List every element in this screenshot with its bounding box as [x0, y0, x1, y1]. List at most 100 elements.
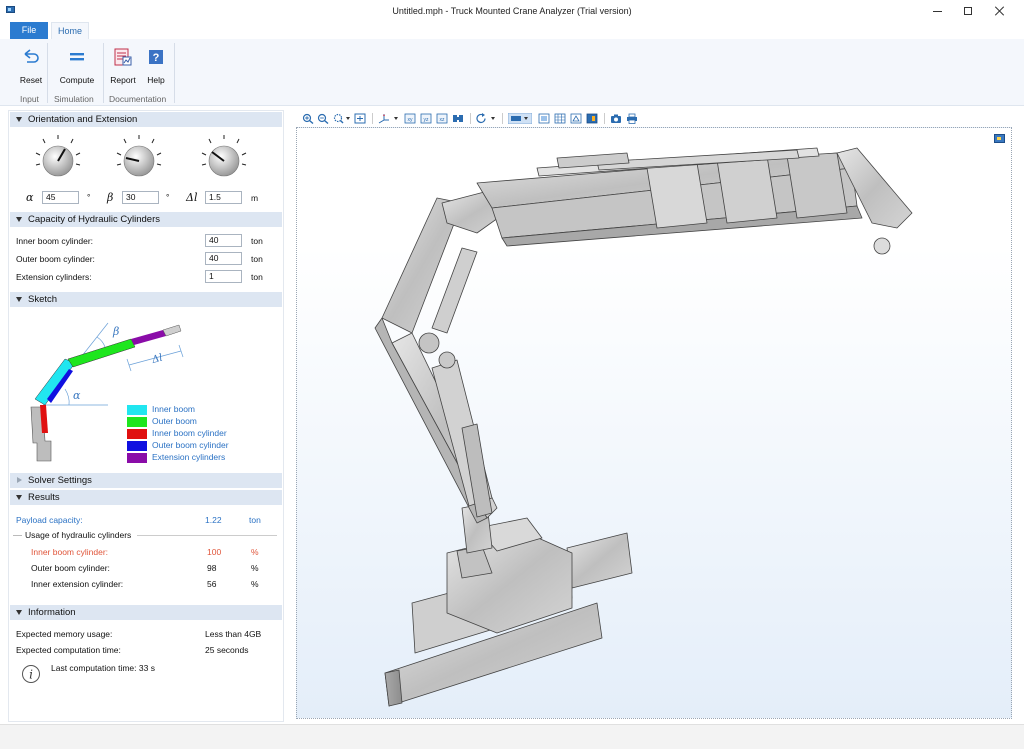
section-title: Capacity of Hydraulic Cylinders	[28, 214, 160, 225]
status-bar	[0, 724, 1024, 749]
capacity-unit: ton	[251, 272, 263, 282]
alpha-knob[interactable]	[33, 133, 83, 183]
outer-boom-capacity-input[interactable]: 40	[205, 252, 242, 265]
graphics-viewport[interactable]	[296, 127, 1012, 719]
render-mode-icon[interactable]	[586, 113, 598, 124]
toolbar-separator	[470, 113, 471, 124]
sketch-beta-arc	[96, 336, 106, 348]
help-button[interactable]: ? Help	[142, 45, 170, 89]
section-title: Information	[28, 607, 76, 618]
compute-label: Compute	[59, 75, 95, 85]
usage-label: Inner extension cylinder:	[31, 579, 124, 589]
title-bar: Untitled.mph - Truck Mounted Crane Analy…	[0, 0, 1024, 22]
sketch-boom-tip	[162, 324, 182, 337]
delta-input[interactable]: 1.5	[205, 191, 242, 204]
svg-text:i: i	[29, 668, 33, 682]
inner-boom-capacity-input[interactable]: 40	[205, 234, 242, 247]
section-sketch-header[interactable]: Sketch	[10, 292, 282, 307]
rotate-icon[interactable]	[476, 113, 498, 124]
collapse-icon	[16, 217, 22, 222]
mesh-rendering-icon[interactable]	[554, 113, 566, 124]
section-solver-header[interactable]: Solver Settings	[10, 473, 282, 488]
delta-knob[interactable]	[199, 133, 249, 183]
tab-file[interactable]: File	[10, 22, 48, 39]
maximize-button[interactable]	[951, 0, 985, 22]
section-information-header[interactable]: Information	[10, 605, 282, 620]
zoom-extents-icon[interactable]	[354, 113, 366, 124]
view-xy-icon[interactable]: xy	[404, 113, 416, 124]
compute-button[interactable]: Compute	[56, 45, 98, 89]
usage-value: 98	[207, 563, 217, 573]
sketch-beta-symbol: β	[112, 325, 119, 338]
section-results-header[interactable]: Results	[10, 490, 282, 505]
help-label: Help	[147, 75, 165, 85]
section-capacity-header[interactable]: Capacity of Hydraulic Cylinders	[10, 212, 282, 227]
select-mode-icon[interactable]	[508, 113, 532, 124]
reset-label: Reset	[19, 75, 43, 85]
group-label-simulation: Simulation	[54, 94, 94, 104]
alpha-unit: °	[87, 192, 91, 202]
tab-home[interactable]: Home	[51, 22, 89, 39]
report-button[interactable]: Report	[106, 45, 140, 89]
wireframe-icon[interactable]	[570, 113, 582, 124]
capacity-label: Outer boom cylinder:	[16, 254, 95, 264]
zoom-in-icon[interactable]	[302, 113, 314, 124]
camera-icon[interactable]	[610, 113, 622, 124]
reset-button[interactable]: Reset	[14, 45, 48, 89]
payload-value: 1.22	[205, 515, 222, 525]
extension-capacity-input[interactable]: 1	[205, 270, 242, 283]
sketch-delta-symbol: Δl	[150, 353, 164, 367]
capacity-label: Inner boom cylinder:	[16, 236, 94, 246]
print-icon[interactable]	[626, 113, 638, 124]
collapse-icon	[16, 495, 22, 500]
group-line	[137, 535, 277, 536]
view-axis-icon[interactable]	[378, 113, 400, 124]
close-icon	[995, 6, 1005, 16]
go-to-default-view-icon[interactable]	[452, 113, 464, 124]
collapse-icon	[16, 297, 22, 302]
minimize-button[interactable]	[920, 0, 954, 22]
toolbar-separator	[372, 113, 373, 124]
group-separator	[103, 43, 104, 103]
beta-knob[interactable]	[114, 133, 164, 183]
svg-text:?: ?	[153, 52, 160, 64]
ribbon: Reset Compute Report ? Help Input Simula…	[0, 39, 1024, 106]
maximize-icon	[964, 7, 972, 15]
capacity-label: Extension cylinders:	[16, 272, 92, 282]
zoom-box-icon[interactable]	[333, 113, 351, 124]
beta-input[interactable]: 30	[122, 191, 159, 204]
legend-label: Outer boom	[152, 416, 197, 426]
transparency-icon[interactable]	[538, 113, 550, 124]
section-orientation-header[interactable]: Orientation and Extension	[10, 112, 282, 127]
group-separator	[174, 43, 175, 103]
view-xz-icon[interactable]: xz	[436, 113, 448, 124]
usage-value: 56	[207, 579, 217, 589]
svg-text:yz: yz	[424, 117, 430, 123]
section-title: Results	[28, 492, 60, 503]
usage-unit: %	[251, 547, 259, 557]
alpha-label: α	[26, 191, 34, 204]
svg-text:xz: xz	[440, 117, 446, 123]
delta-unit: m	[251, 193, 259, 203]
sketch-alpha-symbol: α	[73, 389, 81, 402]
ribbon-tabs: File Home	[0, 22, 1024, 39]
usage-unit: %	[251, 563, 259, 573]
usage-label: Inner boom cylinder:	[31, 547, 109, 557]
section-title: Sketch	[28, 294, 58, 305]
group-separator	[47, 43, 48, 103]
crane-3d-model	[374, 147, 913, 707]
close-button[interactable]	[983, 0, 1017, 22]
group-label-documentation: Documentation	[109, 94, 167, 104]
help-icon: ?	[149, 50, 163, 64]
info-icon: i	[22, 665, 40, 683]
view-yz-icon[interactable]: yz	[420, 113, 432, 124]
toolbar-separator	[502, 113, 503, 124]
report-icon	[114, 48, 132, 66]
minimize-icon	[932, 10, 942, 12]
alpha-input[interactable]: 45	[42, 191, 79, 204]
payload-label: Payload capacity:	[16, 515, 83, 525]
zoom-out-icon[interactable]	[317, 113, 329, 124]
usage-label: Outer boom cylinder:	[31, 563, 110, 573]
svg-text:xy: xy	[408, 117, 414, 123]
info-label: Expected memory usage:	[16, 629, 113, 639]
